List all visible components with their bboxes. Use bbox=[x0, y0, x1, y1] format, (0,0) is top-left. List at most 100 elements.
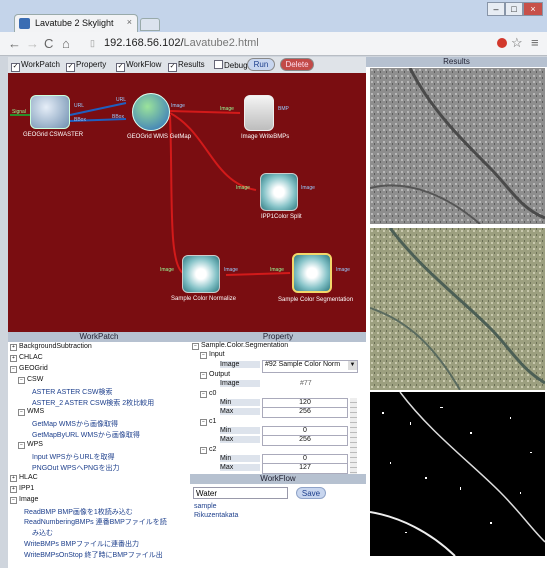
minimize-window-button[interactable]: – bbox=[487, 2, 505, 16]
tree-item[interactable]: PNGOut WPSへPNGを出力 bbox=[32, 463, 120, 473]
collapse-icon[interactable]: − bbox=[18, 409, 25, 417]
port-image-out[interactable]: Image bbox=[224, 267, 238, 273]
node-color-segmentation[interactable]: Sample Color Segmentation bbox=[278, 253, 353, 303]
node-wms-getmap[interactable]: GEOGrid WMS GetMap bbox=[127, 93, 191, 140]
port-url-out[interactable]: URL bbox=[74, 103, 84, 109]
tree-group[interactable]: − WMS bbox=[18, 408, 44, 417]
max-label: Max bbox=[220, 464, 260, 471]
collapse-icon[interactable]: − bbox=[18, 442, 25, 450]
tree-item[interactable]: GetMap WMSから画像取得 bbox=[32, 419, 118, 429]
node-color-normalize[interactable]: Sample Color Normalize bbox=[171, 255, 236, 302]
tree-group[interactable]: − Image bbox=[10, 496, 38, 504]
collapse-icon[interactable]: − bbox=[200, 372, 207, 379]
port-image-in[interactable]: Image bbox=[270, 267, 284, 273]
c1-max-input[interactable]: 256 bbox=[262, 435, 348, 446]
port-image-out[interactable]: Image bbox=[171, 103, 185, 109]
tree-item[interactable]: ReadBMP BMP画像を1枚読み込む bbox=[24, 507, 133, 517]
c2-max-input[interactable]: 127 bbox=[262, 463, 348, 474]
address-bar[interactable]: ▯ 192.168.56.102/Lavatube2.html bbox=[90, 35, 490, 52]
collapse-icon[interactable]: − bbox=[200, 447, 207, 454]
expand-icon[interactable]: + bbox=[10, 474, 17, 482]
tree-item[interactable]: ASTER ASTER CSW検索 bbox=[32, 387, 113, 397]
toggle-workflow[interactable]: ✓ WorkFlow bbox=[116, 60, 161, 72]
toggle-results[interactable]: ✓ Results bbox=[168, 60, 205, 72]
extension-icon[interactable] bbox=[497, 38, 507, 48]
tree-item[interactable]: ASTER_2 ASTER CSW検索 2枚比較用 bbox=[32, 398, 154, 408]
expand-icon[interactable]: + bbox=[10, 485, 17, 493]
workpatch-panel: WorkPatch + BackgroundSubtraction + CHLAC − G… bbox=[8, 332, 190, 568]
collapse-icon[interactable]: − bbox=[10, 365, 17, 373]
collapse-icon[interactable]: − bbox=[18, 376, 25, 384]
expand-icon[interactable]: + bbox=[10, 344, 17, 351]
maximize-window-button[interactable]: □ bbox=[505, 2, 523, 16]
menu-icon[interactable]: ≡ bbox=[531, 35, 539, 50]
tree-item[interactable]: ReadNumberingBMPs 連番BMPファイルを読 bbox=[24, 517, 167, 527]
tree-item[interactable]: み込む bbox=[32, 528, 53, 538]
home-icon[interactable]: ⌂ bbox=[62, 36, 70, 51]
checkbox-icon: ✓ bbox=[11, 63, 20, 72]
collapse-icon[interactable]: − bbox=[200, 419, 207, 426]
image-source-select[interactable]: #92 Sample Color Norm ▼ bbox=[262, 360, 358, 373]
c0-max-input[interactable]: 256 bbox=[262, 407, 348, 418]
collapse-icon[interactable]: − bbox=[192, 343, 199, 350]
new-tab-button[interactable] bbox=[140, 18, 160, 31]
reload-icon[interactable]: C bbox=[44, 36, 53, 51]
port-image-out[interactable]: Image bbox=[336, 267, 350, 273]
node-label: GEOGrid WMS GetMap bbox=[127, 134, 192, 140]
run-button[interactable]: Run bbox=[247, 58, 275, 71]
save-button[interactable]: Save bbox=[296, 487, 326, 499]
input-group[interactable]: − Input bbox=[200, 351, 225, 359]
port-signal[interactable]: Signal bbox=[12, 109, 26, 115]
collapse-icon[interactable]: − bbox=[200, 391, 207, 398]
tab-close-icon[interactable]: × bbox=[127, 17, 132, 27]
tree-group[interactable]: + IPP1 bbox=[10, 485, 34, 493]
port-bbox-in[interactable]: BBox bbox=[112, 114, 124, 120]
workflow-item-sample[interactable]: sample bbox=[194, 503, 217, 510]
arrow-left-icon[interactable]: ← bbox=[8, 36, 21, 51]
port-bbox-out[interactable]: BBox bbox=[74, 117, 86, 123]
tree-item[interactable]: Input WPSからURLを取得 bbox=[32, 452, 114, 462]
c1-group[interactable]: − c1 bbox=[200, 418, 216, 426]
delete-button[interactable]: Delete bbox=[280, 58, 314, 71]
port-image-in[interactable]: Image bbox=[236, 185, 250, 191]
toggle-debug[interactable]: Debug bbox=[214, 60, 248, 70]
tree-item[interactable]: WriteBMPsOnStop 終了時にBMPファイル出 bbox=[24, 550, 163, 560]
workflow-name-input[interactable] bbox=[193, 487, 288, 499]
tree-group[interactable]: − CSW bbox=[18, 376, 43, 384]
node-csw-aster[interactable]: GEOGrid CSWASTER bbox=[23, 95, 83, 138]
port-bmp-out[interactable]: BMP bbox=[278, 106, 289, 112]
spinner-buttons[interactable] bbox=[350, 398, 357, 474]
chevron-down-icon[interactable]: ▼ bbox=[348, 361, 357, 370]
workflow-canvas[interactable]: GEOGrid CSWASTER Signal URL BBox GEOGrid… bbox=[8, 73, 366, 332]
output-image-label: Image bbox=[220, 380, 260, 387]
tree-group[interactable]: + HLAC bbox=[10, 474, 38, 482]
port-image-out[interactable]: Image bbox=[301, 185, 315, 191]
port-image-in[interactable]: Image bbox=[220, 106, 234, 112]
c0-group[interactable]: − c0 bbox=[200, 390, 216, 398]
browser-tab[interactable]: Lavatube 2 Skylight × bbox=[14, 14, 138, 32]
checkbox-icon bbox=[214, 60, 223, 69]
toggle-property[interactable]: ✓ Property bbox=[66, 60, 106, 72]
workflow-item-rikuzentakata[interactable]: Rikuzentakata bbox=[194, 512, 238, 519]
tree-item[interactable]: GetMapByURL WMSから画像取得 bbox=[32, 430, 140, 440]
output-group[interactable]: − Output bbox=[200, 371, 230, 379]
toggle-workpatch[interactable]: ✓ WorkPatch bbox=[11, 60, 60, 72]
expand-icon[interactable]: + bbox=[10, 354, 17, 362]
connector-image-segment bbox=[225, 272, 291, 276]
tree-group[interactable]: + BackgroundSubtraction bbox=[10, 343, 92, 351]
node-color-split[interactable]: IPP1Color Split bbox=[260, 173, 302, 220]
tree-group[interactable]: + CHLAC bbox=[10, 354, 43, 362]
collapse-icon[interactable]: − bbox=[10, 496, 17, 504]
port-url-in[interactable]: URL bbox=[116, 97, 126, 103]
close-window-button[interactable]: × bbox=[523, 2, 543, 16]
tree-group[interactable]: − GEOGrid bbox=[10, 365, 48, 373]
c2-group[interactable]: − c2 bbox=[200, 446, 216, 454]
collapse-icon[interactable]: − bbox=[200, 352, 207, 359]
port-image-in[interactable]: Image bbox=[160, 267, 174, 273]
tree-item[interactable]: WriteBMPs BMPファイルに連番出力 bbox=[24, 539, 139, 549]
star-icon[interactable]: ☆ bbox=[511, 35, 523, 51]
node-write-bmps[interactable]: Image WriteBMPs bbox=[241, 95, 289, 140]
property-panel: Property − Sample.Color.Segmentation − Inp… bbox=[190, 332, 366, 474]
arrow-right-icon[interactable]: → bbox=[26, 36, 39, 51]
tree-group[interactable]: − WPS bbox=[18, 441, 43, 450]
